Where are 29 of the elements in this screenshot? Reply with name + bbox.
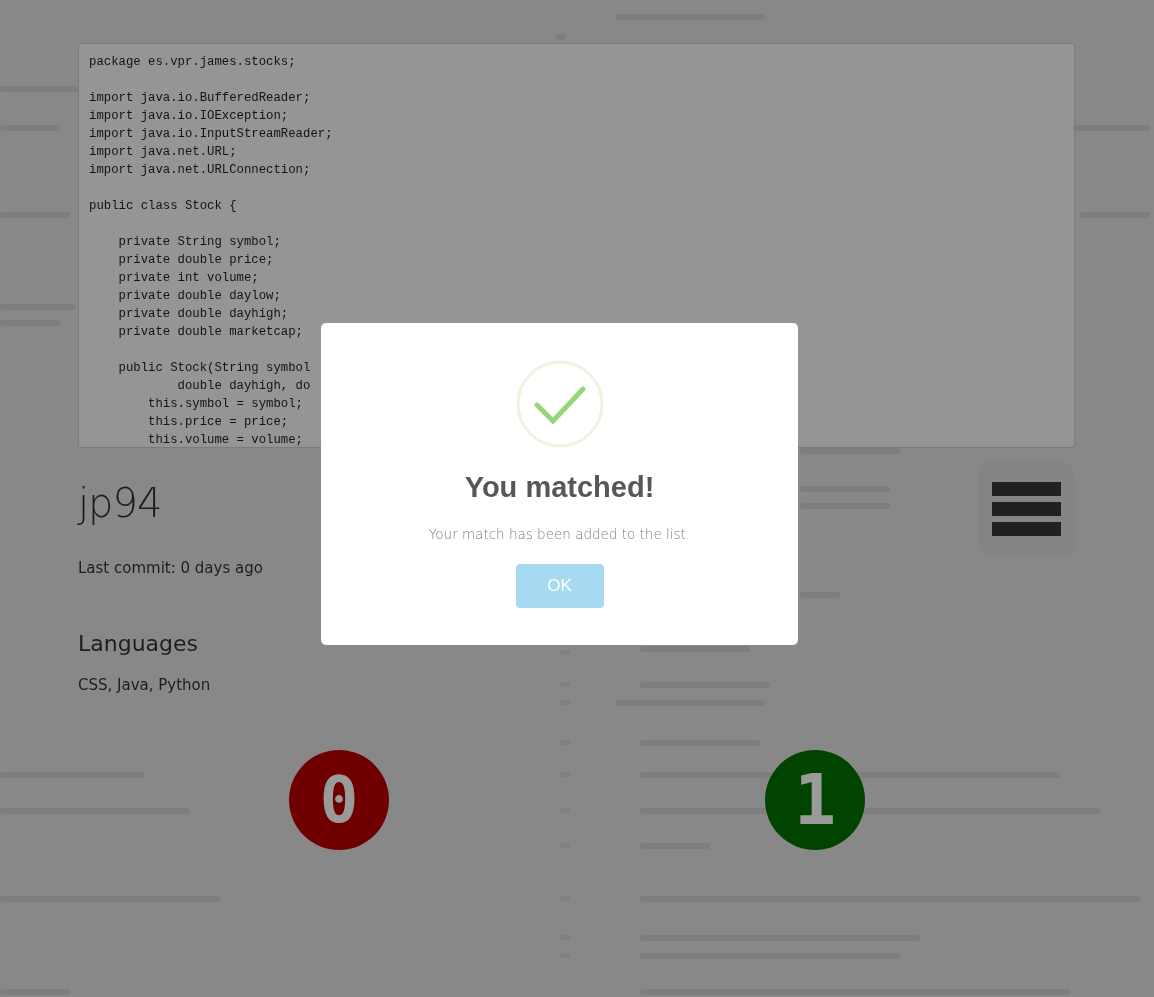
menu-icon: [992, 482, 1061, 536]
code-line: private int volume;: [117, 270, 259, 287]
dialog-message: Your match has been added to the list.: [428, 526, 691, 542]
menu-button[interactable]: [978, 461, 1075, 557]
code-line: private String symbol;: [117, 234, 281, 251]
code-line: this.volume = volume;: [147, 432, 303, 447]
code-line: public class Stock {: [89, 198, 237, 215]
code-line: private double marketcap;: [117, 324, 303, 341]
languages-heading: Languages: [78, 631, 199, 656]
dialog-title: You matched!: [464, 471, 655, 504]
username: jp94: [78, 479, 162, 527]
code-line: this.price = price;: [147, 414, 289, 431]
code-line: double dayhigh, do: [176, 378, 311, 395]
code-line: private double dayhigh;: [117, 306, 289, 323]
code-line: public Stock(String symbol: [117, 360, 311, 377]
code-line: import java.io.InputStreamReader;: [89, 126, 333, 143]
code-line: package es.vpr.james.stocks;: [89, 54, 296, 71]
code-line: this.symbol = symbol;: [147, 396, 303, 413]
languages-list: CSS, Java, Python: [78, 676, 211, 694]
accept-button[interactable]: 1: [765, 750, 865, 850]
code-line: import java.io.BufferedReader;: [89, 90, 311, 107]
code-line: private double price;: [117, 252, 274, 269]
reject-button[interactable]: 0: [289, 750, 389, 850]
code-line: import java.io.IOException;: [89, 108, 289, 125]
check-icon: [514, 359, 605, 449]
code-line: import java.net.URLConnection;: [89, 162, 311, 179]
last-commit-text: Last commit: 0 days ago: [78, 559, 263, 577]
code-line: import java.net.URL;: [89, 144, 237, 161]
code-line: private double daylow;: [117, 288, 281, 305]
